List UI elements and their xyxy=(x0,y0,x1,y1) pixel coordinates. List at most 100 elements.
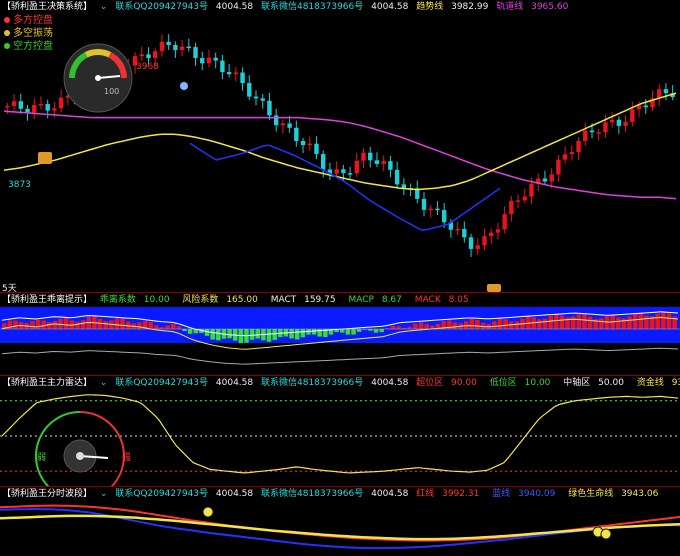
deviation-bar xyxy=(103,321,108,329)
deviation-bar xyxy=(570,316,576,329)
deviation-bar xyxy=(373,329,379,333)
candle-body xyxy=(609,119,615,123)
deviation-bar xyxy=(171,323,176,329)
candle-body xyxy=(394,169,400,185)
candle-body xyxy=(11,101,17,106)
contact-qq: 联系QQ209427943号 xyxy=(115,489,209,499)
market-state-legend: 多方控盘 多空振荡 空方控盘 xyxy=(4,14,53,53)
contact-qq: 联系QQ209427943号 xyxy=(115,2,209,12)
deviation-bar xyxy=(542,318,548,329)
gauge-arc-yellow xyxy=(84,49,112,58)
deviation-bar xyxy=(644,315,649,329)
deviation-bar xyxy=(424,324,430,329)
chevron-down-icon[interactable]: ⌄ xyxy=(100,2,108,12)
candle-body xyxy=(549,174,554,182)
item-2: 绿色生命线 3943.06 xyxy=(568,489,659,499)
deviation-bar xyxy=(289,329,294,339)
deviation-bar xyxy=(165,325,170,329)
candle-body xyxy=(428,208,433,211)
item-0: 红线 3992.31 xyxy=(416,489,480,499)
panel-title: 【骄利盈王乖离提示】 xyxy=(2,295,93,305)
contact-wechat: 联系微信4818373966号 xyxy=(260,489,364,499)
deviation-bar xyxy=(63,317,69,329)
deviation-bar xyxy=(537,319,542,329)
deviation-bar xyxy=(559,315,565,329)
deviation-bar xyxy=(396,326,401,329)
candle-body xyxy=(294,127,299,141)
deviation-bar xyxy=(154,325,159,329)
chevron-down-icon[interactable]: ⌄ xyxy=(100,378,108,388)
candle-body xyxy=(240,72,245,84)
radar-chart-svg xyxy=(0,394,680,486)
smiley-icon xyxy=(600,528,612,540)
deviation-bar xyxy=(407,326,413,329)
item-3: 资金线 93.45 xyxy=(636,378,680,388)
legend-item-bear: 空方控盘 xyxy=(4,40,53,53)
candle-body xyxy=(529,183,534,197)
deviation-bar xyxy=(655,313,660,329)
candle-body xyxy=(455,228,460,231)
candle-body xyxy=(233,72,239,75)
candle-body xyxy=(562,154,568,160)
deviation-panel[interactable]: 【骄利盈王乖离提示】 乖离系数 10.00 风险系数 165.00 MACT 1… xyxy=(0,293,680,375)
price-value: 4004.58 xyxy=(215,489,254,499)
lifeline xyxy=(0,514,680,541)
gauge-value: 100 xyxy=(104,87,120,96)
intraday-band-panel[interactable]: 【骄利盈王分时波段】 ⌄ 联系QQ209427943号 4004.58 联系微信… xyxy=(0,487,680,556)
deviation-bar xyxy=(632,313,638,329)
candle-body xyxy=(307,143,312,146)
candle-body xyxy=(462,228,467,238)
deviation-bar xyxy=(475,319,480,329)
item-3: MACP 8.67 xyxy=(348,295,402,305)
candle-body xyxy=(623,122,628,126)
band-header: 【骄利盈王分时波段】 ⌄ 联系QQ209427943号 4004.58 联系微信… xyxy=(2,488,668,500)
candle-body xyxy=(341,169,346,174)
deviation-bar xyxy=(75,321,80,329)
fund-line xyxy=(1,394,679,474)
deviation-bar xyxy=(604,316,610,329)
candle-body xyxy=(374,160,380,164)
deviation-bar xyxy=(661,312,666,329)
candle-body xyxy=(515,200,521,202)
deviation-bar xyxy=(599,318,604,329)
candle-body xyxy=(226,72,232,75)
candle-body xyxy=(139,54,144,57)
radar-panel[interactable]: 【骄利盈王主力雷达】 ⌄ 联系QQ209427943号 4004.58 联系微信… xyxy=(0,376,680,486)
candle-body xyxy=(522,196,527,201)
deviation-bar xyxy=(238,329,244,344)
main-price-panel[interactable]: 【骄利盈王决策系统】 ⌄ 联系QQ209427943号 4004.58 联系微信… xyxy=(0,0,680,292)
candle-body xyxy=(630,109,635,123)
candle-body xyxy=(616,119,622,126)
candle-body xyxy=(603,122,608,133)
candle-body xyxy=(502,214,507,230)
candle-body xyxy=(247,83,252,97)
candle-body xyxy=(200,58,205,64)
price-value-2: 4004.58 xyxy=(371,489,409,499)
deviation-bar xyxy=(52,320,58,329)
price-value-2: 4004.58 xyxy=(371,2,409,12)
deviation-bar xyxy=(13,320,18,329)
candle-body xyxy=(468,237,474,249)
chevron-down-icon[interactable]: ⌄ xyxy=(100,489,108,499)
candle-body xyxy=(589,130,595,133)
deviation-bar xyxy=(548,315,553,329)
deviation-bar xyxy=(294,329,300,340)
candle-body xyxy=(314,143,319,155)
candle-body xyxy=(361,152,366,161)
candle-body xyxy=(388,161,393,170)
main-panel-header: 【骄利盈王决策系统】 ⌄ 联系QQ209427943号 4004.58 联系微信… xyxy=(2,1,573,13)
item-0: 乖离系数 10.00 xyxy=(99,295,170,305)
candle-body xyxy=(18,101,23,109)
candle-body xyxy=(280,123,286,126)
candle-body xyxy=(421,198,427,210)
candle-body xyxy=(441,210,447,223)
deviation-bar xyxy=(514,321,520,329)
smiley-icon xyxy=(202,506,214,518)
deviation-bar xyxy=(492,321,497,329)
candle-body xyxy=(569,152,575,155)
item-1: 蓝线 3940.09 xyxy=(492,489,556,499)
deviation-bar xyxy=(249,329,255,340)
deviation-bar xyxy=(554,314,559,329)
range-dot-icon xyxy=(4,30,10,36)
gauge-hub xyxy=(95,75,101,81)
